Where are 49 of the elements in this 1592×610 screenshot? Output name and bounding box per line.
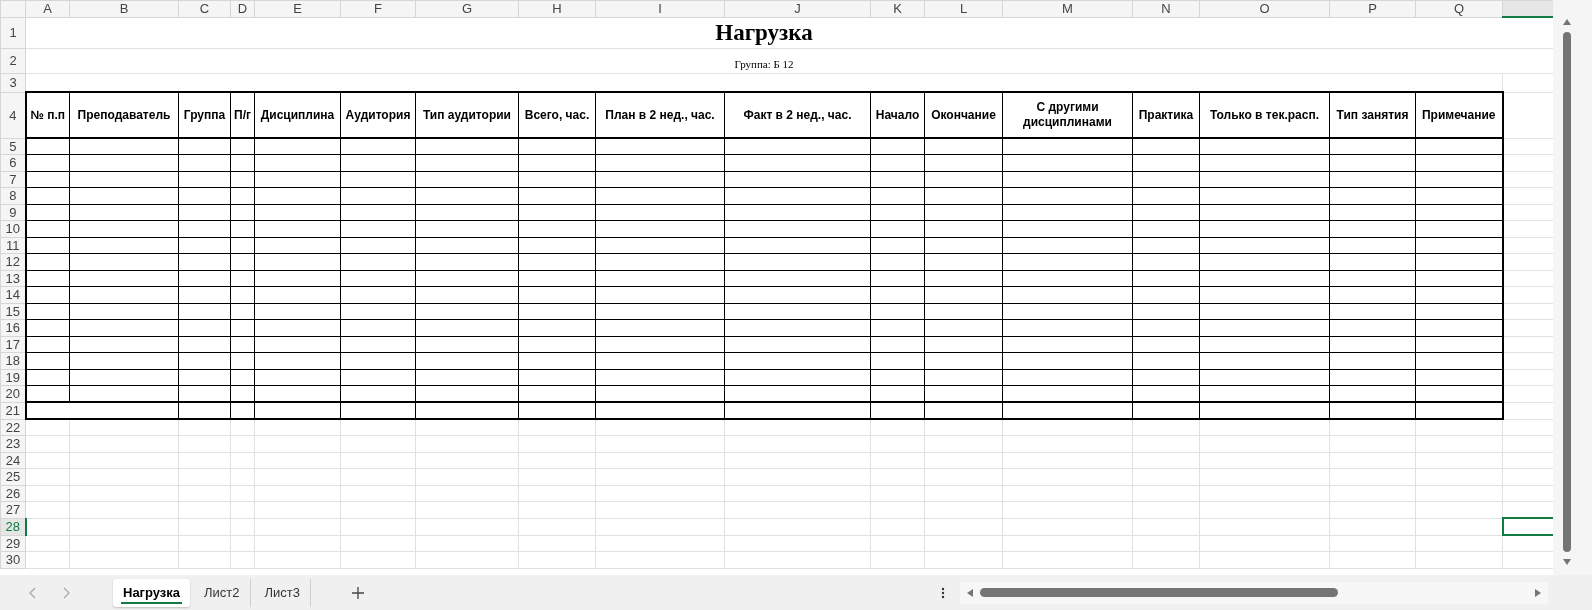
table-header-cell: Всего, час. [524,108,590,122]
sheet-tab[interactable]: Лист2 [194,578,251,607]
more-options-icon[interactable] [941,586,945,599]
add-sheet-icon[interactable] [352,586,365,599]
horizontal-scrollbar[interactable] [960,581,1548,604]
scroll-up-icon[interactable] [1561,18,1572,26]
table-header-cell: Начало [875,108,920,122]
vertical-scrollbar[interactable] [1562,32,1571,552]
sheet-subtitle: Группа: Б 12 [734,57,794,70]
column-header[interactable]: I [658,1,662,17]
column-header[interactable]: P [1368,1,1377,17]
table-header-cell: Преподаватель [77,108,171,122]
table-header-cell: Аудитория [345,108,411,122]
table-header-cell: Группа [183,108,226,122]
scroll-left-icon[interactable] [966,587,974,598]
table-header-cell: № п.п [30,108,65,122]
table-header-cell: Окончание [931,108,996,122]
column-header[interactable]: F [374,1,382,17]
column-header[interactable]: E [293,1,302,17]
column-header[interactable]: L [959,1,968,17]
scroll-down-icon[interactable] [1561,558,1572,566]
column-header[interactable]: C [199,1,210,17]
column-header[interactable]: Q [1453,1,1465,17]
table-header-cell: План в 2 нед., час. [605,108,715,122]
row-header[interactable]: 1 [9,25,17,40]
table-header-cell: Тип аудитории [423,108,511,122]
column-header[interactable]: A [43,1,52,17]
sheet-tab[interactable]: Лист3 [254,578,312,607]
sheet-tab[interactable]: Нагрузка [113,578,191,607]
column-header[interactable]: M [1062,1,1073,17]
table-header-cell-text: С другими дисциплинами [1022,100,1113,130]
column-header[interactable]: B [119,1,129,17]
table-header-cell: Только в тек.расп. [1210,108,1319,122]
column-header[interactable]: O [1259,1,1270,17]
sheet-title: Нагрузка [715,20,813,45]
column-header[interactable]: G [461,1,473,17]
column-header[interactable]: K [893,1,902,17]
scroll-right-icon[interactable] [1534,587,1542,598]
table-header-cell: Примечание [1422,108,1496,122]
row-header[interactable]: 4 [9,107,17,123]
table-header-cell: Факт в 2 нед., час. [743,108,852,122]
column-header[interactable]: H [552,1,562,17]
table-header-cell: Практика [1138,108,1194,122]
table-header-cell: П/г [234,108,251,122]
table-header-cell: Тип занятия [1336,108,1409,122]
column-header[interactable]: N [1161,1,1171,17]
column-header[interactable]: J [794,1,801,17]
row-header[interactable]: 2 [9,53,17,68]
table-header-cell: Дисциплина [260,108,335,122]
